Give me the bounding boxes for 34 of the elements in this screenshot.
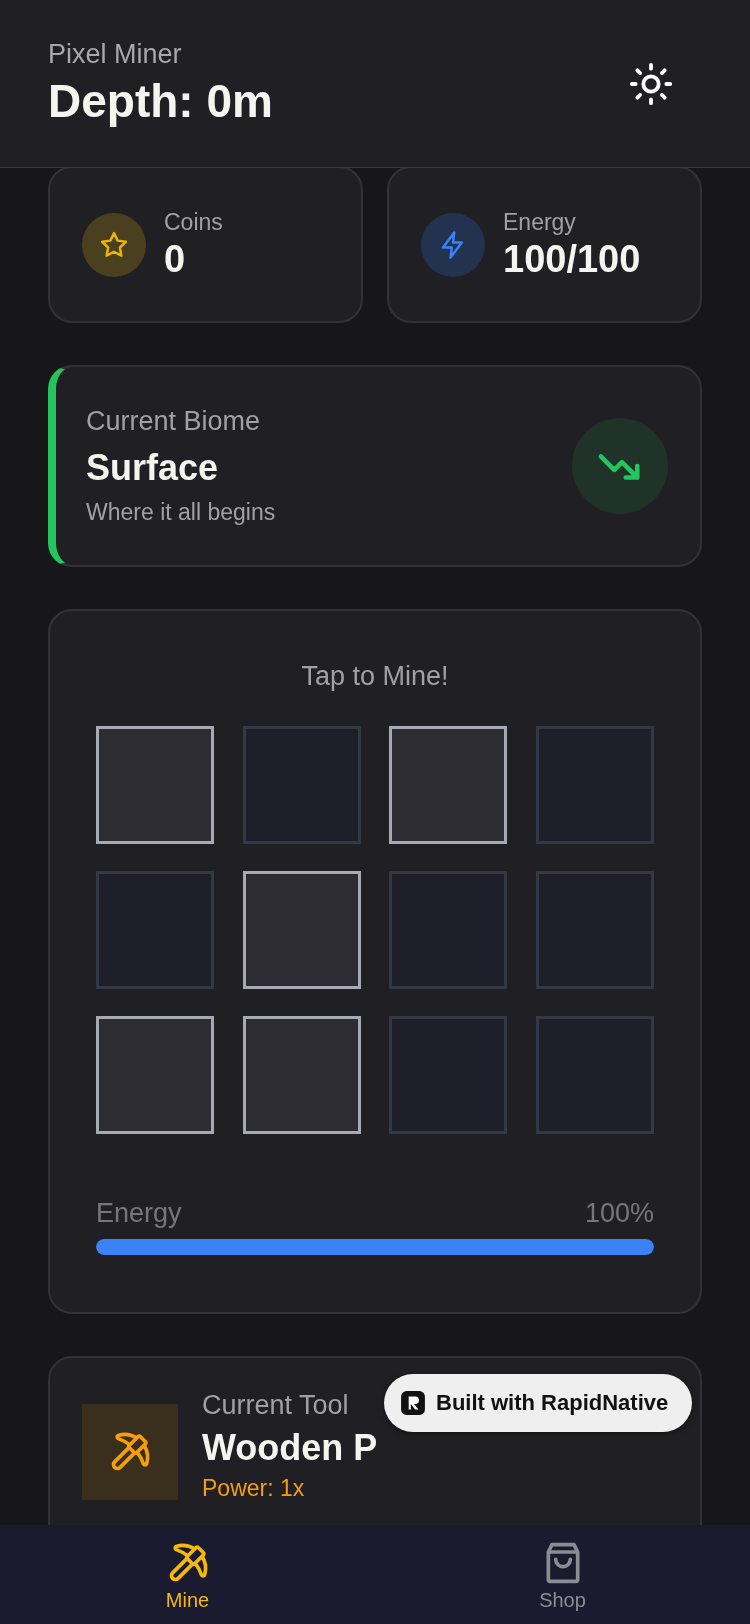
biome-label: Current Biome — [86, 406, 262, 437]
mine-title: Tap to Mine! — [301, 661, 449, 692]
built-with-badge[interactable]: Built with RapidNative — [384, 1374, 693, 1432]
tool-label: Current Tool — [202, 1390, 350, 1421]
mine-tile[interactable] — [242, 726, 361, 844]
mine-tile[interactable] — [242, 871, 361, 989]
mine-tile[interactable] — [96, 871, 214, 989]
stat-label: Energy — [503, 208, 577, 236]
energy-reading: 100% — [584, 1198, 654, 1229]
mine-tile[interactable] — [96, 1016, 214, 1134]
mine-tile[interactable] — [389, 871, 508, 989]
stat-value: 100/100 — [503, 237, 641, 281]
depth-title: Depth: 0m — [48, 74, 273, 128]
mine-tile[interactable] — [96, 726, 214, 844]
mine-tile[interactable] — [389, 726, 508, 844]
biome-name: Surface — [86, 447, 220, 489]
tool-name: Wooden P — [202, 1427, 378, 1469]
star-icon — [99, 229, 129, 260]
sun-icon[interactable] — [628, 60, 674, 107]
badge-text: Built with RapidNative — [436, 1390, 669, 1416]
mine-tile[interactable] — [389, 1016, 508, 1134]
stat-label: Coins — [164, 208, 223, 236]
biome-description: Where it all begins — [86, 499, 276, 526]
mine-tile[interactable] — [242, 1016, 361, 1134]
logo-icon — [400, 1390, 426, 1416]
mine-tile[interactable] — [535, 871, 654, 989]
tool-power: Power: 1x — [202, 1475, 306, 1502]
app-name: Pixel Miner — [48, 39, 183, 70]
nav-tab[interactable]: Mine — [0, 1525, 375, 1624]
mine-tile[interactable] — [535, 726, 654, 844]
energy-label: Energy — [96, 1198, 182, 1229]
nav-tab[interactable]: Shop — [375, 1525, 750, 1624]
mine-tile[interactable] — [535, 1016, 654, 1134]
stat-value: 0 — [164, 237, 187, 281]
